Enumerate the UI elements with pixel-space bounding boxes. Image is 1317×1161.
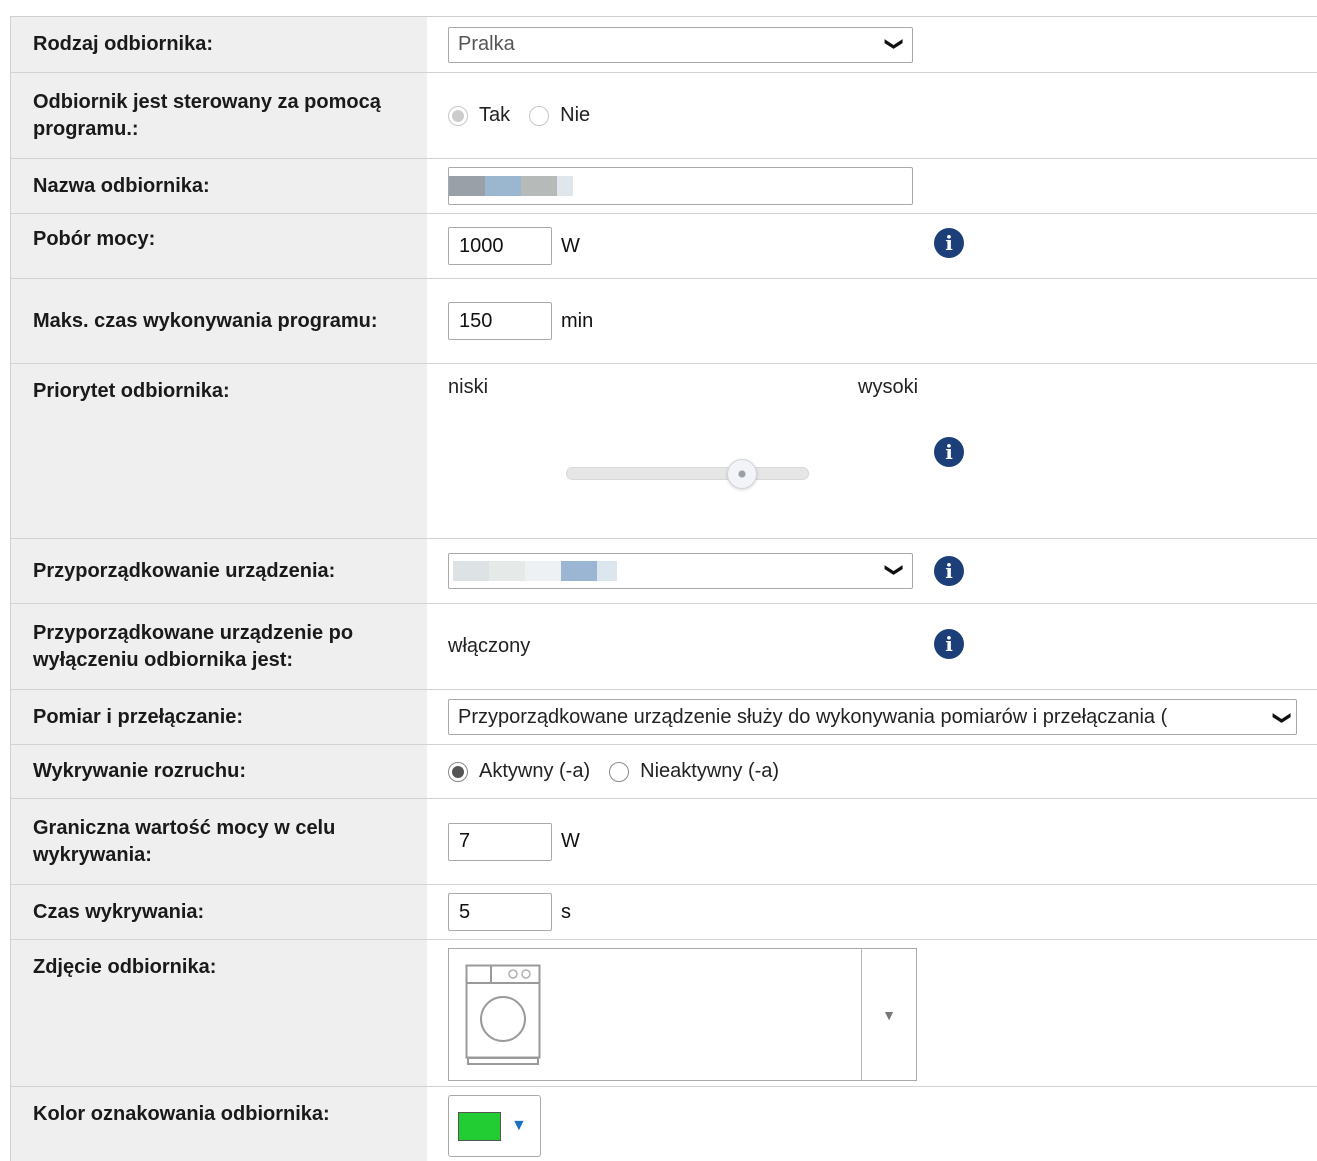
color-swatch [458,1111,501,1141]
row-label: Graniczna wartość mocy w celu wykrywania… [11,799,427,884]
radio-active-label: Aktywny (-a) [479,760,591,782]
time-unit: min [561,309,594,332]
power-draw-input[interactable]: 1000 [448,227,552,265]
chevron-down-icon: ❯ [1271,706,1293,726]
device-after-off-value: włączony [448,635,531,657]
row-device-assignment: Przyporządkowanie urządzenia: ❯ i [11,539,1317,604]
row-value: włączony i [427,604,1317,689]
row-label: Rodzaj odbiornika: [11,17,427,72]
info-icon[interactable]: i [934,556,964,586]
washing-machine-icon [465,964,541,1065]
row-label: Odbiornik jest sterowany za pomocą progr… [11,73,427,158]
detection-time-unit: s [561,900,571,923]
row-label: Pomiar i przełączanie: [11,690,427,744]
row-value: 5 s [427,885,1317,939]
image-preview [449,949,861,1080]
radio-active[interactable] [448,761,468,782]
slider-max-label: wysoki [858,376,919,398]
measure-switch-select[interactable]: Przyporządkowane urządzenie służy do wyk… [448,699,1297,735]
chevron-down-icon: ❯ [884,35,905,51]
row-value: 1000 W i [427,214,1317,278]
power-unit: W [561,234,580,257]
info-icon[interactable]: i [934,437,964,467]
row-label: Przyporządkowane urządzenie po wyłączeni… [11,604,427,689]
row-label: Priorytet odbiornika: [11,364,427,538]
row-value: Przyporządkowane urządzenie służy do wyk… [427,690,1317,744]
detection-time-input[interactable]: 5 [448,893,552,931]
row-value: ❯ i [427,539,1317,603]
marker-color-picker[interactable]: ▼ [448,1095,541,1157]
row-label: Przyporządkowanie urządzenia: [11,539,427,603]
row-max-program-time: Maks. czas wykonywania programu: 150 min [11,279,1317,364]
radio-tak[interactable] [448,105,468,126]
row-value: 7 W [427,799,1317,884]
row-value: niski wysoki i [427,364,1317,538]
row-power-threshold: Graniczna wartość mocy w celu wykrywania… [11,799,1317,885]
measure-switch-selected: Przyporządkowane urządzenie służy do wyk… [458,705,1168,728]
row-label: Wykrywanie rozruchu: [11,745,427,798]
consumer-type-select[interactable]: Pralka ❯ [448,26,913,63]
caret-down-icon: ▼ [511,1117,527,1134]
row-consumer-type: Rodzaj odbiornika: Pralka ❯ [11,17,1317,73]
row-label: Kolor oznakowania odbiornika: [11,1087,427,1161]
power-threshold-input[interactable]: 7 [448,822,552,861]
row-label: Czas wykrywania: [11,885,427,939]
row-priority: Priorytet odbiornika: niski wysoki i [11,364,1317,539]
consumer-type-selected: Pralka [458,33,515,55]
row-power-draw: Pobór mocy: 1000 W i [11,214,1317,279]
info-icon[interactable]: i [934,629,964,659]
row-detection-time: Czas wykrywania: 5 s [11,885,1317,940]
slider-min-label: niski [448,376,489,398]
image-dropdown-arrow[interactable]: ▼ [861,949,916,1080]
consumer-image-picker[interactable]: ▼ [448,948,917,1081]
row-value: Tak Nie [427,73,1317,158]
row-program-controlled: Odbiornik jest sterowany za pomocą progr… [11,73,1317,159]
row-marker-color: Kolor oznakowania odbiornika: ▼ [11,1087,1317,1161]
radio-tak-label: Tak [479,104,511,126]
row-consumer-name: Nazwa odbiornika: [11,159,1317,214]
consumer-name-input[interactable] [448,167,913,205]
row-value: 150 min [427,279,1317,363]
row-device-after-off: Przyporządkowane urządzenie po wyłączeni… [11,604,1317,690]
device-assignment-select[interactable]: ❯ [448,553,913,589]
chevron-down-icon: ❯ [884,562,905,578]
row-value: ▼ [427,1087,1317,1161]
radio-nie-label: Nie [560,104,591,126]
row-startup-detection: Wykrywanie rozruchu: Aktywny (-a) Nieakt… [11,745,1317,799]
radio-inactive[interactable] [609,761,630,782]
consumer-settings-form: Rodzaj odbiornika: Pralka ❯ Odbiornik je… [10,16,1317,1161]
row-label: Pobór mocy: [11,214,427,278]
threshold-unit: W [561,830,580,852]
info-icon[interactable]: i [934,228,964,258]
row-value [427,159,1317,213]
row-consumer-image: Zdjęcie odbiornika: ▼ [11,940,1317,1087]
max-program-time-input[interactable]: 150 [448,302,552,340]
row-label: Nazwa odbiornika: [11,159,427,213]
row-value: ▼ [427,940,1317,1086]
caret-down-icon: ▼ [882,1006,896,1023]
row-measure-switch: Pomiar i przełączanie: Przyporządkowane … [11,690,1317,745]
row-value: Aktywny (-a) Nieaktywny (-a) [427,745,1317,798]
priority-slider[interactable] [566,459,809,489]
row-label: Zdjęcie odbiornika: [11,940,427,1086]
row-label: Maks. czas wykonywania programu: [11,279,427,363]
row-value: Pralka ❯ [427,17,1317,72]
radio-inactive-label: Nieaktywny (-a) [640,760,780,782]
radio-nie[interactable] [529,105,550,126]
slider-thumb[interactable] [726,459,757,489]
